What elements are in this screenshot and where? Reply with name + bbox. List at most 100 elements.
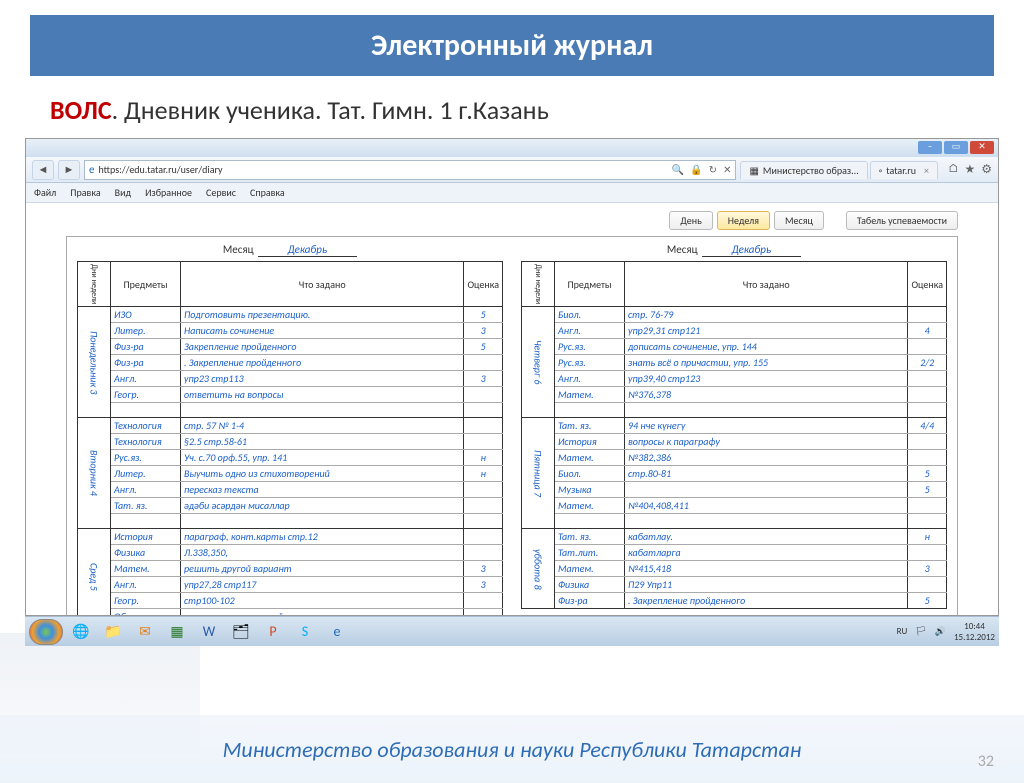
menu-file[interactable]: Файл — [34, 186, 56, 199]
grade-cell: 5 — [908, 466, 947, 482]
subject-cell: Физ-ра — [111, 355, 181, 371]
week-button[interactable]: Неделя — [717, 211, 770, 230]
stop-icon[interactable]: ✕ — [723, 163, 731, 176]
subject-cell: Матем. — [555, 387, 625, 403]
grade-cell — [464, 403, 503, 418]
tray-speaker-icon[interactable]: 🔊 — [935, 626, 946, 637]
browser-tab-2[interactable]: ◦tatar.ru× — [870, 161, 938, 179]
task-cell: стр100-102 — [181, 593, 464, 609]
subject-cell: Физ-ра — [555, 593, 625, 609]
subject-cell: Технология — [111, 434, 181, 450]
refresh-icon[interactable]: ↻ — [709, 163, 717, 176]
grade-cell — [464, 593, 503, 609]
subject-cell: Англ. — [111, 371, 181, 387]
diary-row: Англ.упр29,31 стр1214 — [522, 323, 947, 339]
explorer-icon[interactable]: 📁 — [99, 620, 127, 644]
diary-row: уббота 8Тат. яз.кабатлау.н — [522, 529, 947, 545]
tray-clock[interactable]: 10:4415.12.2012 — [954, 621, 995, 643]
report-button[interactable]: Табель успеваемости — [846, 211, 958, 230]
grade-cell: 5 — [464, 307, 503, 323]
start-button[interactable] — [29, 619, 63, 645]
settings-icon[interactable]: ⚙ — [981, 162, 992, 177]
menu-service[interactable]: Сервис — [206, 186, 236, 199]
system-tray: RU 🏳 🔊 10:4415.12.2012 — [897, 621, 995, 643]
menu-help[interactable]: Справка — [250, 186, 285, 199]
skype-icon[interactable]: S — [291, 620, 319, 644]
subject-cell: Тат. яз. — [111, 498, 181, 514]
word-icon[interactable]: W — [195, 620, 223, 644]
tab-favicon: ▦ — [749, 164, 758, 177]
day-label: Четверг 6 — [522, 307, 555, 418]
day-label: Сред 5 — [78, 529, 111, 615]
grade-cell — [908, 403, 947, 418]
task-cell: №415,418 — [625, 561, 908, 577]
grade-cell: 5 — [908, 482, 947, 498]
subject-cell: Биол. — [555, 307, 625, 323]
task-cell — [181, 514, 464, 529]
subject-cell: Матем. — [555, 498, 625, 514]
tab-favicon: ◦ — [879, 164, 883, 177]
tray-flag-icon[interactable]: 🏳 — [915, 626, 926, 637]
subject-cell: История — [111, 529, 181, 545]
grade-cell: 5 — [908, 593, 947, 609]
subject-cell: Технология — [111, 418, 181, 434]
address-bar[interactable]: e https://edu.tatar.ru/user/diary 🔍 🔒 ↻ … — [84, 160, 736, 180]
grade-cell — [464, 609, 503, 615]
grade-cell — [908, 387, 947, 403]
month-value: Декабрь — [258, 243, 358, 257]
menu-view[interactable]: Вид — [115, 186, 131, 199]
task-cell: §2.5 стр.58-61 — [181, 434, 464, 450]
chrome-icon[interactable]: 🌐 — [67, 620, 95, 644]
task-cell: решить другой вариант — [181, 561, 464, 577]
close-button[interactable]: ✕ — [970, 141, 994, 154]
grade-cell: 5 — [464, 339, 503, 355]
powerpoint-icon[interactable]: P — [259, 620, 287, 644]
subject-cell: Литер. — [111, 323, 181, 339]
task-cell: упр29,31 стр121 — [625, 323, 908, 339]
day-button[interactable]: День — [669, 211, 712, 230]
diary-row: Рус.яз.Уч. с.70 орф.55, упр. 141н — [78, 450, 503, 466]
diary-row: Тат. яз.әдәби әсәрдән мисаллар — [78, 498, 503, 514]
ie-taskbar-icon[interactable]: e — [323, 620, 351, 644]
grade-cell: н — [464, 466, 503, 482]
tab-close-icon[interactable]: × — [924, 164, 929, 177]
home-icon[interactable]: ⌂ — [948, 162, 959, 177]
subject-cell: Матем. — [555, 450, 625, 466]
grade-cell — [908, 450, 947, 466]
outlook-icon[interactable]: ✉ — [131, 620, 159, 644]
folder2-icon[interactable]: 🗂 — [227, 620, 255, 644]
diary-row: Матем.№404,408,411 — [522, 498, 947, 514]
grade-cell — [464, 434, 503, 450]
subject-cell: Англ. — [111, 577, 181, 593]
grade-cell — [464, 529, 503, 545]
menu-edit[interactable]: Правка — [70, 186, 100, 199]
maximize-button[interactable]: ▭ — [944, 141, 968, 154]
diary-row: Понедельник 3ИЗОПодготовить презентацию.… — [78, 307, 503, 323]
grade-cell — [464, 482, 503, 498]
task-cell: №382,386 — [625, 450, 908, 466]
subject-cell: Физика — [555, 577, 625, 593]
diary-row: Музыка5 — [522, 482, 947, 498]
browser-toolbar: ◄ ► e https://edu.tatar.ru/user/diary 🔍 … — [26, 157, 998, 183]
diary-row: Тат.лит.кабатларга — [522, 545, 947, 561]
back-button[interactable]: ◄ — [32, 160, 54, 180]
task-cell: дописать сочинение, упр. 144 — [625, 339, 908, 355]
favorites-icon[interactable]: ★ — [964, 162, 975, 177]
excel-icon[interactable]: ▦ — [163, 620, 191, 644]
browser-tab-1[interactable]: ▦Министерство образ... — [740, 161, 867, 179]
diary-row: ФизикаП29 Упр11 — [522, 577, 947, 593]
address-icons: 🔍 🔒 ↻ ✕ — [672, 163, 732, 176]
task-cell: Написать сочинение — [181, 323, 464, 339]
subject-cell: Общест. — [111, 609, 181, 615]
forward-button[interactable]: ► — [58, 160, 80, 180]
task-cell: кабатларга — [625, 545, 908, 561]
day-label: Пятница 7 — [522, 418, 555, 529]
search-icon[interactable]: 🔍 — [672, 163, 684, 176]
minimize-button[interactable]: – — [918, 141, 942, 154]
menu-favorites[interactable]: Избранное — [145, 186, 192, 199]
month-button[interactable]: Месяц — [774, 211, 824, 230]
tray-lang[interactable]: RU — [897, 626, 908, 637]
grade-cell — [464, 545, 503, 561]
diary-row — [78, 403, 503, 418]
grade-cell — [464, 387, 503, 403]
